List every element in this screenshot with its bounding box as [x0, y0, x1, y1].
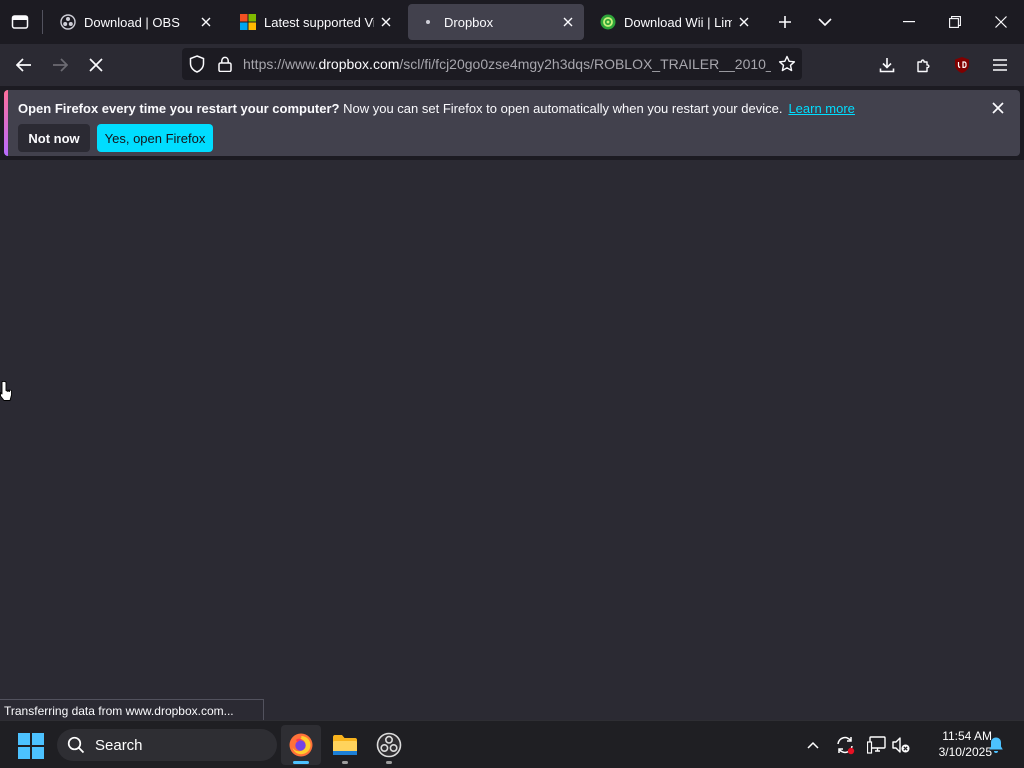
network-tray-button[interactable] [865, 733, 889, 757]
lock-icon[interactable] [213, 52, 237, 76]
volume-muted-icon [892, 737, 910, 753]
taskbar-search-box[interactable]: Search [57, 729, 277, 761]
ublock-origin-button[interactable] [946, 49, 978, 81]
clock-date: 3/10/2025 [938, 745, 992, 759]
close-tab-icon[interactable] [194, 10, 218, 34]
chevron-up-icon [807, 741, 819, 749]
update-sync-icon [837, 736, 855, 755]
url-path: /scl/fi/fcj20go0zse4mgy2h3dqs/ROBLOX_TRA… [399, 56, 771, 72]
tab-label: Download Wii | LimeW [624, 14, 732, 30]
taskbar-app-firefox[interactable] [281, 725, 321, 765]
notification-title: Open Firefox every time you restart your… [18, 101, 340, 116]
tab-obs[interactable]: Download | OBS [48, 4, 222, 40]
tab-limewire[interactable]: Download Wii | LimeW [588, 4, 760, 40]
firefox-icon [289, 733, 313, 757]
hamburger-menu-icon [993, 59, 1007, 71]
close-tab-icon[interactable] [556, 10, 580, 34]
bell-icon [989, 737, 1003, 753]
taskbar-clock[interactable]: 11:54 AM 3/10/2025 [918, 728, 992, 760]
close-notification-button[interactable] [986, 96, 1010, 120]
clock-time: 11:54 AM [942, 729, 992, 743]
puzzle-icon [917, 59, 930, 73]
tab-label: Latest supported Visual [264, 14, 374, 30]
notification-text: Open Firefox every time you restart your… [18, 101, 855, 116]
url-prefix: https://www. [243, 56, 319, 72]
arrow-left-icon [16, 58, 31, 72]
bookmark-star-icon[interactable] [775, 52, 799, 76]
plus-icon [779, 16, 791, 28]
show-hidden-icons-button[interactable] [801, 733, 825, 757]
loading-dot-icon [420, 14, 436, 30]
new-tab-button[interactable] [769, 6, 801, 38]
stop-button[interactable] [80, 49, 112, 81]
taskbar-app-file-explorer[interactable] [325, 725, 365, 765]
address-bar[interactable]: https://www.dropbox.com/scl/fi/fcj20go0z… [182, 48, 802, 80]
notifications-button[interactable] [984, 733, 1008, 757]
hand-cursor-icon [0, 381, 12, 401]
restore-icon [949, 16, 961, 28]
notification-message: Now you can set Firefox to open automati… [343, 101, 783, 116]
taskbar-app-obs[interactable] [369, 725, 409, 765]
tracking-protection-icon[interactable] [185, 52, 209, 76]
minimize-icon [903, 21, 915, 23]
firefox-view-button[interactable] [4, 6, 36, 38]
arrow-right-icon [53, 58, 68, 72]
notification-accent-stripe [4, 90, 8, 156]
url-host: dropbox.com [318, 56, 400, 72]
firefox-view-icon [11, 15, 29, 29]
extensions-button[interactable] [908, 49, 940, 81]
limewire-icon [600, 14, 616, 30]
app-menu-button[interactable] [984, 49, 1016, 81]
running-app-indicator [386, 761, 392, 764]
close-icon [995, 16, 1007, 28]
obs-icon [376, 732, 402, 758]
downloads-button[interactable] [871, 49, 903, 81]
close-window-button[interactable] [978, 0, 1024, 44]
tab-dropbox[interactable]: Dropbox [408, 4, 584, 40]
list-all-tabs-button[interactable] [809, 6, 841, 38]
obs-icon [60, 14, 76, 30]
not-now-button[interactable]: Not now [18, 124, 90, 152]
windows-update-tray-button[interactable] [833, 733, 857, 757]
tab-visual-cpp[interactable]: Latest supported Visual [228, 4, 402, 40]
chevron-down-icon [818, 18, 832, 27]
volume-tray-button[interactable] [889, 733, 913, 757]
learn-more-link[interactable]: Learn more [788, 101, 854, 116]
microsoft-icon [240, 14, 256, 30]
tab-separator [42, 10, 43, 34]
ublock-origin-icon [955, 57, 969, 73]
search-icon [67, 736, 85, 754]
back-button[interactable] [8, 49, 40, 81]
close-tab-icon[interactable] [732, 10, 756, 34]
page-content [0, 160, 1024, 720]
running-app-indicator [342, 761, 348, 764]
stop-icon [89, 58, 103, 72]
minimize-button[interactable] [886, 0, 932, 44]
close-icon [992, 102, 1004, 114]
file-explorer-icon [333, 735, 357, 755]
windows-start-icon[interactable] [18, 733, 44, 759]
notification-bar: Open Firefox every time you restart your… [4, 90, 1020, 156]
search-placeholder: Search [95, 736, 143, 754]
tab-label: Dropbox [444, 14, 494, 30]
network-icon [867, 736, 886, 754]
restore-button[interactable] [932, 0, 978, 44]
url-text[interactable]: https://www.dropbox.com/scl/fi/fcj20go0z… [243, 56, 771, 72]
taskbar: Search 11:54 AM 3/10/2025 [0, 720, 1024, 768]
download-icon [879, 58, 895, 73]
active-app-indicator [293, 761, 309, 764]
tab-bar: Download | OBS Latest supported Visual D… [0, 0, 1024, 44]
navigation-toolbar: https://www.dropbox.com/scl/fi/fcj20go0z… [0, 44, 1024, 86]
status-panel: Transferring data from www.dropbox.com..… [0, 699, 264, 721]
tab-label: Download | OBS [84, 14, 180, 30]
open-firefox-button[interactable]: Yes, open Firefox [97, 124, 213, 152]
close-tab-icon[interactable] [374, 10, 398, 34]
forward-button[interactable] [44, 49, 76, 81]
